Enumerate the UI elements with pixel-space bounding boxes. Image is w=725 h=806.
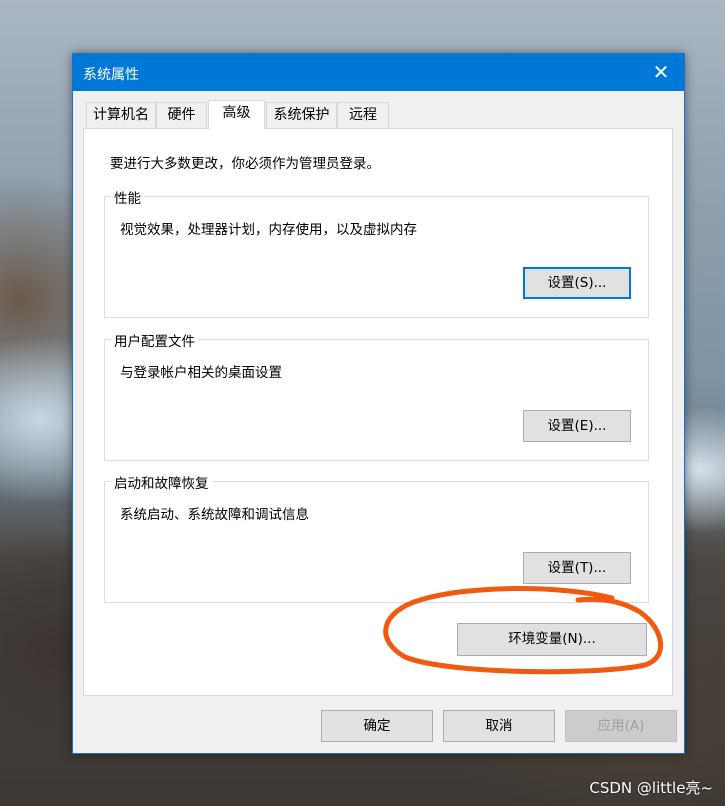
ok-button[interactable]: 确定 — [321, 710, 433, 742]
watermark: CSDN @little亮~ — [589, 779, 713, 797]
admin-notice: 要进行大多数更改，你必须作为管理员登录。 — [110, 156, 380, 172]
apply-button[interactable]: 应用(A) — [565, 710, 677, 742]
user-profiles-description: 与登录帐户相关的桌面设置 — [120, 365, 282, 381]
tab-hardware[interactable]: 硬件 — [156, 102, 207, 128]
startup-recovery-group: 启动和故障恢复 系统启动、系统故障和调试信息 设置(T)... — [104, 472, 649, 603]
cancel-button[interactable]: 取消 — [443, 710, 555, 742]
performance-description: 视觉效果，处理器计划，内存使用，以及虚拟内存 — [120, 222, 417, 238]
tab-advanced[interactable]: 高级 — [208, 100, 265, 129]
performance-group-label: 性能 — [111, 187, 144, 207]
tab-page-advanced: 要进行大多数更改，你必须作为管理员登录。 性能 视觉效果，处理器计划，内存使用，… — [83, 128, 673, 696]
performance-settings-button[interactable]: 设置(S)... — [523, 267, 631, 299]
environment-variables-button[interactable]: 环境变量(N)... — [457, 623, 647, 656]
user-profiles-settings-button[interactable]: 设置(E)... — [523, 410, 631, 442]
system-properties-dialog: 系统属性 ✕ 计算机名 硬件 高级 系统保护 远程 要进行大多数更改，你必须作为… — [72, 53, 685, 754]
tab-system-protection[interactable]: 系统保护 — [266, 102, 337, 128]
startup-recovery-settings-button[interactable]: 设置(T)... — [523, 552, 631, 584]
title-bar[interactable]: 系统属性 ✕ — [73, 54, 684, 91]
performance-group: 性能 视觉效果，处理器计划，内存使用，以及虚拟内存 设置(S)... — [104, 187, 649, 318]
tab-remote[interactable]: 远程 — [337, 102, 389, 128]
tab-computer-name[interactable]: 计算机名 — [86, 102, 156, 128]
startup-recovery-description: 系统启动、系统故障和调试信息 — [120, 507, 309, 523]
startup-recovery-group-label: 启动和故障恢复 — [111, 472, 212, 492]
user-profiles-group: 用户配置文件 与登录帐户相关的桌面设置 设置(E)... — [104, 330, 649, 461]
close-icon[interactable]: ✕ — [638, 54, 684, 91]
window-title: 系统属性 — [83, 67, 139, 83]
user-profiles-group-label: 用户配置文件 — [111, 330, 198, 350]
